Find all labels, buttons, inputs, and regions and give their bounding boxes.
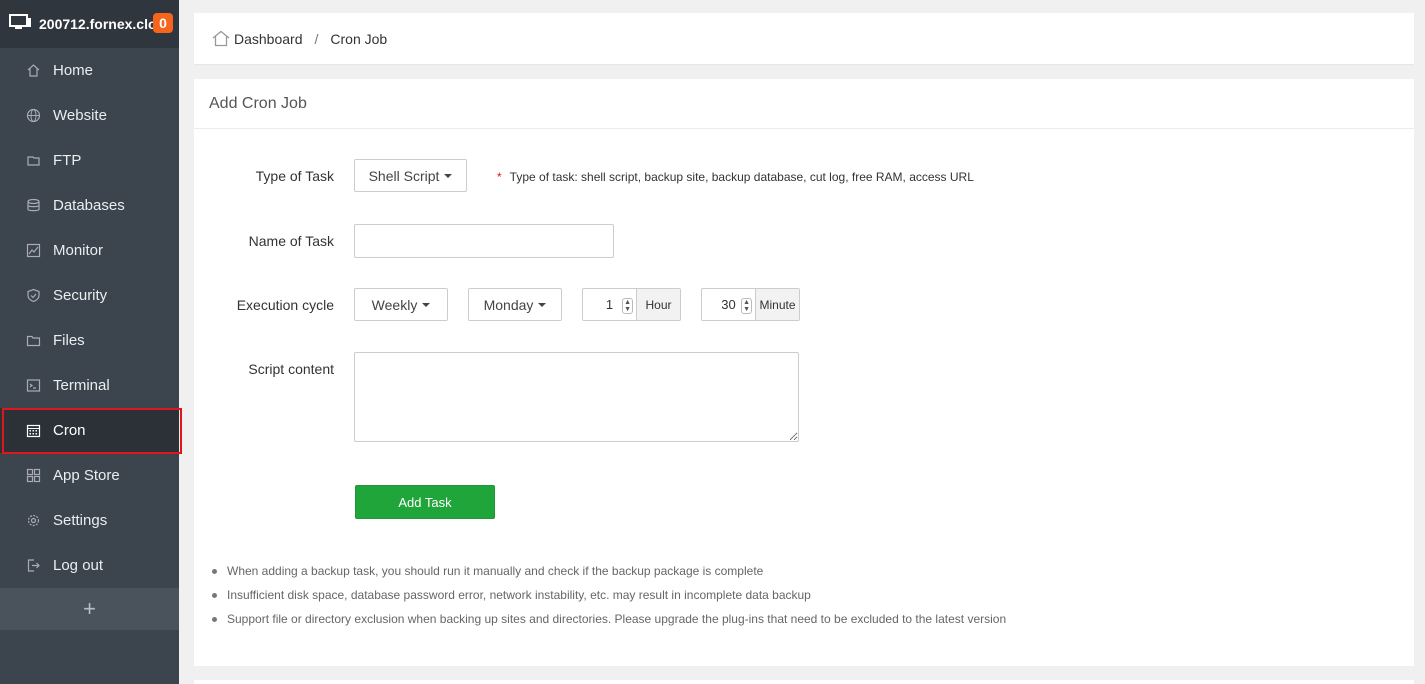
type-of-task-label: Type of Task bbox=[255, 168, 334, 184]
server-header[interactable]: 200712.fornex.cloud 0 bbox=[0, 0, 179, 48]
note-item: When adding a backup task, you should ru… bbox=[212, 559, 1006, 583]
required-star: * bbox=[497, 170, 502, 184]
sidebar-item-terminal[interactable]: Terminal bbox=[0, 363, 179, 408]
minute-unit: Minute bbox=[755, 289, 799, 320]
hour-unit: Hour bbox=[636, 289, 680, 320]
caret-down-icon bbox=[422, 302, 431, 307]
terminal-icon bbox=[26, 378, 41, 393]
sidebar-item-security[interactable]: Security bbox=[0, 273, 179, 318]
sidebar-item-label: Website bbox=[53, 107, 107, 124]
task-type-hint-text: Type of task: shell script, backup site,… bbox=[509, 170, 974, 184]
notes-list: When adding a backup task, you should ru… bbox=[212, 559, 1006, 631]
grid-icon bbox=[26, 468, 41, 483]
breadcrumb-separator: / bbox=[314, 30, 319, 47]
sidebar-item-ftp[interactable]: FTP bbox=[0, 138, 179, 183]
monitor-icon bbox=[26, 243, 41, 258]
sidebar-item-monitor[interactable]: Monitor bbox=[0, 228, 179, 273]
name-of-task-label: Name of Task bbox=[248, 233, 334, 249]
add-task-button[interactable]: Add Task bbox=[355, 485, 495, 519]
weekday-value: Monday bbox=[483, 296, 534, 313]
task-name-input[interactable] bbox=[354, 224, 614, 258]
sidebar-item-label: Security bbox=[53, 287, 108, 304]
breadcrumb: Dashboard / Cron Job bbox=[194, 13, 1414, 64]
script-content-textarea[interactable] bbox=[354, 352, 799, 442]
sidebar-item-label: Terminal bbox=[53, 377, 110, 394]
sidebar-item-cron[interactable]: Cron bbox=[0, 408, 182, 454]
sidebar-item-label: Home bbox=[53, 62, 94, 79]
sidebar-item-label: App Store bbox=[53, 467, 120, 484]
hour-stepper[interactable]: 1 ▲ ▼ Hour bbox=[582, 288, 681, 321]
ftp-icon bbox=[26, 153, 41, 168]
breadcrumb-dashboard-link[interactable]: Dashboard bbox=[234, 31, 303, 47]
stepper-arrows-icon[interactable]: ▲ ▼ bbox=[622, 298, 633, 314]
sidebar-item-label: FTP bbox=[53, 152, 82, 169]
task-type-hint: * Type of task: shell script, backup site… bbox=[497, 170, 974, 184]
notification-badge[interactable]: 0 bbox=[153, 13, 173, 33]
next-panel-edge bbox=[194, 680, 1414, 684]
gear-icon bbox=[26, 513, 41, 528]
hour-input[interactable]: 1 ▲ ▼ bbox=[583, 289, 636, 320]
sidebar-item-label: Log out bbox=[53, 557, 104, 574]
sidebar-item-databases[interactable]: Databases bbox=[0, 183, 179, 228]
stepper-arrows-icon[interactable]: ▲ ▼ bbox=[741, 298, 752, 314]
sidebar-item-website[interactable]: Website bbox=[0, 93, 179, 138]
sidebar: 200712.fornex.cloud 0 Home Website FTP D… bbox=[0, 0, 182, 684]
sidebar-item-files[interactable]: Files bbox=[0, 318, 179, 363]
minute-stepper[interactable]: 30 ▲ ▼ Minute bbox=[701, 288, 800, 321]
execution-cycle-label: Execution cycle bbox=[236, 297, 334, 313]
folder-icon bbox=[26, 333, 41, 348]
weekday-dropdown[interactable]: Monday bbox=[468, 288, 562, 321]
script-content-label: Script content bbox=[248, 361, 334, 377]
sidebar-item-label: Cron bbox=[53, 422, 86, 439]
sidebar-item-label: Databases bbox=[53, 197, 125, 214]
server-hostname: 200712.fornex.cloud bbox=[39, 16, 157, 32]
sidebar-menu: Home Website FTP Databases Monitor Secur… bbox=[0, 48, 182, 588]
note-item: Support file or directory exclusion when… bbox=[212, 607, 1006, 631]
sidebar-item-label: Settings bbox=[53, 512, 108, 529]
database-icon bbox=[26, 198, 41, 213]
minute-value: 30 bbox=[721, 297, 736, 312]
breadcrumb-current: Cron Job bbox=[330, 30, 388, 47]
home-icon bbox=[212, 30, 230, 47]
sidebar-item-log-out[interactable]: Log out bbox=[0, 543, 179, 588]
sidebar-item-home[interactable]: Home bbox=[0, 48, 179, 93]
logout-icon bbox=[26, 558, 41, 573]
caret-down-icon bbox=[538, 302, 547, 307]
calendar-icon bbox=[26, 423, 41, 438]
cycle-dropdown[interactable]: Weekly bbox=[354, 288, 448, 321]
caret-down-icon bbox=[444, 173, 453, 178]
cycle-value: Weekly bbox=[371, 296, 418, 313]
sidebar-item-label: Monitor bbox=[53, 242, 104, 259]
note-item: Insufficient disk space, database passwo… bbox=[212, 583, 1006, 607]
sidebar-item-label: Files bbox=[53, 332, 85, 349]
sidebar-item-settings[interactable]: Settings bbox=[0, 498, 179, 543]
shield-icon bbox=[26, 288, 41, 303]
task-type-value: Shell Script bbox=[368, 167, 440, 184]
task-type-dropdown[interactable]: Shell Script bbox=[354, 159, 467, 192]
panel-title: Add Cron Job bbox=[194, 79, 1414, 129]
home-icon bbox=[26, 63, 41, 78]
add-cron-panel: Add Cron Job Type of Task Shell Script *… bbox=[194, 79, 1414, 666]
add-menu-button[interactable]: + bbox=[0, 588, 179, 630]
globe-icon bbox=[26, 108, 41, 123]
display-icon bbox=[9, 13, 31, 35]
minute-input[interactable]: 30 ▲ ▼ bbox=[702, 289, 755, 320]
sidebar-item-app-store[interactable]: App Store bbox=[0, 453, 179, 498]
hour-value: 1 bbox=[605, 297, 614, 312]
